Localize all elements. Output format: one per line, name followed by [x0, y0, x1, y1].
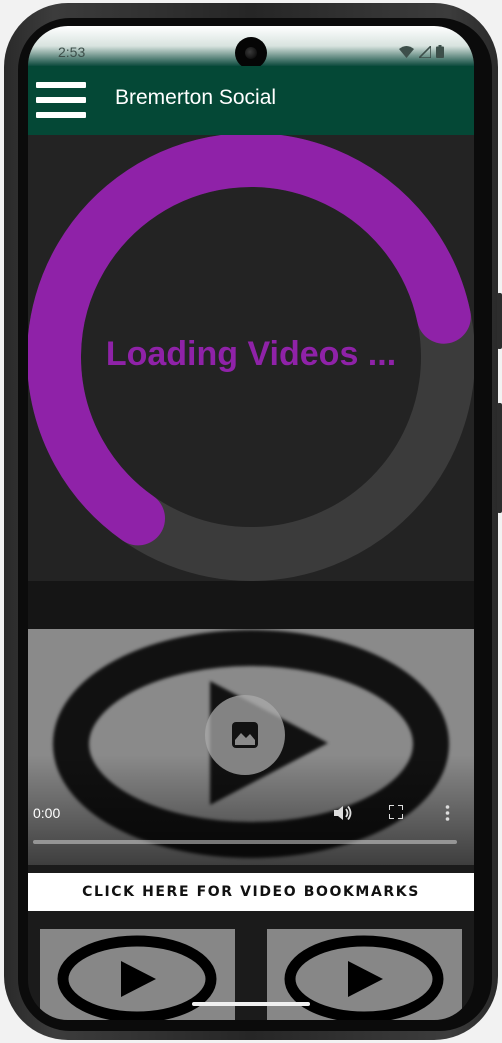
loading-text: Loading Videos ...	[105, 335, 397, 373]
screen: 2:53 Bremerton Social Loading Videos ...…	[28, 26, 474, 1020]
play-icon	[57, 935, 217, 1020]
play-button[interactable]	[205, 695, 285, 775]
video-thumbnail[interactable]	[267, 929, 462, 1020]
app-title: Bremerton Social	[115, 86, 277, 109]
separator-strip	[28, 581, 474, 629]
wifi-icon	[399, 45, 414, 58]
home-indicator[interactable]	[192, 1002, 310, 1006]
play-icon	[284, 935, 444, 1020]
hamburger-menu-icon[interactable]	[36, 82, 86, 118]
video-current-time: 0:00	[33, 805, 61, 821]
power-button	[497, 293, 502, 349]
volume-button	[497, 403, 502, 513]
poster-image-icon	[232, 722, 258, 748]
front-camera	[235, 37, 267, 69]
status-time: 2:53	[58, 44, 86, 60]
status-icons	[399, 45, 444, 58]
loading-panel: Loading Videos ...	[28, 135, 474, 581]
video-thumbnail[interactable]	[40, 929, 235, 1020]
status-bar: 2:53	[28, 26, 474, 69]
fullscreen-icon[interactable]	[389, 805, 403, 819]
video-progress-bar[interactable]	[33, 840, 457, 844]
battery-icon	[436, 45, 444, 58]
video-player[interactable]: 0:00	[28, 629, 474, 865]
app-bar: Bremerton Social	[28, 66, 474, 135]
more-options-icon[interactable]	[445, 805, 450, 821]
volume-icon[interactable]	[334, 805, 352, 821]
cell-signal-icon	[419, 45, 431, 58]
video-bookmarks-button[interactable]: CLICK HERE FOR VIDEO BOOKMARKS	[28, 873, 474, 911]
